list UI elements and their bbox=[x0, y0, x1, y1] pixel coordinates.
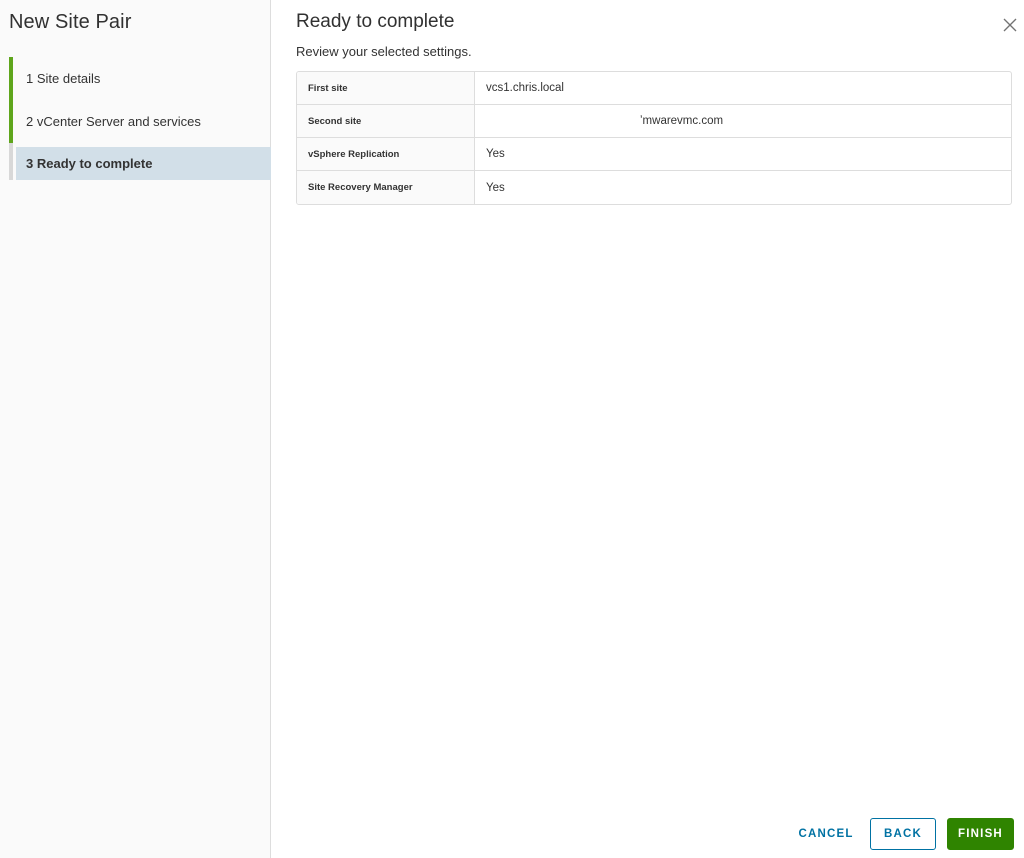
summary-key: Site Recovery Manager bbox=[297, 171, 475, 204]
summary-row-vsphere-replication: vSphere Replication Yes bbox=[297, 138, 1011, 171]
close-button[interactable] bbox=[1000, 15, 1020, 35]
summary-key: vSphere Replication bbox=[297, 138, 475, 170]
cancel-button[interactable]: CANCEL bbox=[792, 818, 860, 850]
wizard-title: New Site Pair bbox=[9, 11, 132, 33]
step-progress-bar bbox=[9, 143, 13, 180]
step-label: 3 Ready to complete bbox=[26, 156, 153, 171]
summary-value: vcs1.chris.local bbox=[486, 82, 564, 94]
page-title: Ready to complete bbox=[296, 11, 455, 32]
settings-summary-grid: First site vcs1.chris.local Second site … bbox=[296, 71, 1012, 205]
new-site-pair-wizard: New Site Pair 1 Site details 2 vCenter S… bbox=[0, 0, 1024, 858]
wizard-footer: CANCEL BACK FINISH bbox=[792, 818, 1014, 850]
step-progress-bar bbox=[9, 57, 13, 100]
finish-button[interactable]: FINISH bbox=[947, 818, 1014, 850]
step-label: 2 vCenter Server and services bbox=[26, 114, 201, 129]
wizard-steps: 1 Site details 2 vCenter Server and serv… bbox=[0, 57, 271, 180]
summary-value: Yes bbox=[486, 148, 505, 160]
summary-row-first-site: First site vcs1.chris.local bbox=[297, 72, 1011, 105]
step-progress-bar bbox=[9, 100, 13, 143]
summary-value: ʼmwarevmc.com bbox=[640, 115, 724, 127]
step-vcenter-server-and-services[interactable]: 2 vCenter Server and services bbox=[9, 100, 271, 143]
back-button[interactable]: BACK bbox=[870, 818, 936, 850]
close-icon bbox=[1003, 18, 1017, 32]
summary-row-site-recovery-manager: Site Recovery Manager Yes bbox=[297, 171, 1011, 204]
wizard-content: Ready to complete Review your selected s… bbox=[271, 0, 1024, 858]
wizard-sidebar: New Site Pair 1 Site details 2 vCenter S… bbox=[0, 0, 271, 858]
page-subtitle: Review your selected settings. bbox=[296, 44, 472, 59]
summary-row-second-site: Second site ʼmwarevmc.com bbox=[297, 105, 1011, 138]
step-label: 1 Site details bbox=[26, 71, 101, 86]
summary-key: Second site bbox=[297, 105, 475, 137]
step-ready-to-complete[interactable]: 3 Ready to complete bbox=[9, 143, 271, 180]
summary-value: Yes bbox=[486, 181, 505, 194]
step-site-details[interactable]: 1 Site details bbox=[9, 57, 271, 100]
summary-key: First site bbox=[297, 72, 475, 104]
